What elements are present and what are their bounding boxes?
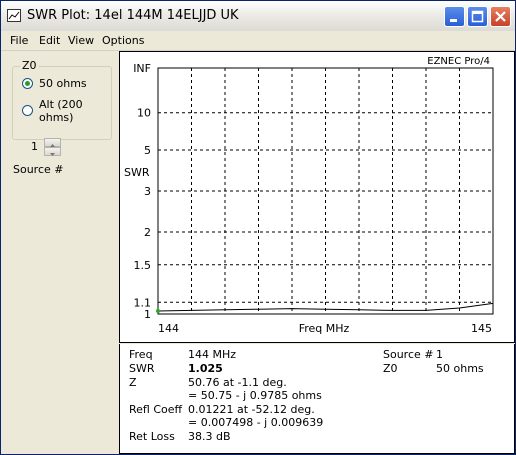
z0-alt-label-line1[interactable]: Alt (200 (39, 98, 83, 111)
swr-plot[interactable]: EZNEC Pro/4 INF 10 5 3 2 1.5 1.1 1 SWR 144 Freq… (119, 51, 515, 343)
minimize-button[interactable] (444, 6, 465, 27)
swr-value: 1.025 (188, 362, 223, 375)
x-tick-end: 145 (471, 322, 492, 335)
menu-edit[interactable]: Edit (39, 34, 60, 47)
menu-view[interactable]: View (68, 34, 94, 47)
z0-50ohms-label[interactable]: 50 ohms (39, 77, 87, 90)
frequency-marker[interactable] (156, 308, 160, 313)
z-label: Z (129, 376, 137, 389)
return-loss-value: 38.3 dB (188, 430, 231, 443)
app-icon (7, 9, 21, 22)
z0-group-label: Z0 (20, 59, 39, 72)
swr-chart: EZNEC Pro/4 INF105321.51.11 SWR 144 Freq… (124, 56, 494, 335)
source-spinner[interactable] (44, 138, 61, 156)
x-tick-start: 144 (158, 322, 179, 335)
z-value-rect: = 50.75 - j 0.9785 ohms (188, 389, 322, 402)
source-number-value[interactable]: 1 (31, 140, 38, 153)
readout-source-label: Source # (383, 348, 434, 361)
refl-coeff-polar: 0.01221 at -52.12 deg. (188, 403, 315, 416)
menu-options[interactable]: Options (102, 34, 144, 47)
spin-up-button[interactable] (44, 138, 61, 147)
x-axis-label: Freq MHz (299, 322, 350, 335)
menu-bar: File Edit View Options (1, 31, 515, 51)
title-bar[interactable]: SWR Plot: 14el 144M 14ELJJD UK (1, 1, 515, 32)
y-tick-label: 5 (144, 144, 151, 157)
refl-coeff-rect: = 0.007498 - j 0.009639 (188, 416, 324, 429)
z0-alt-radio[interactable] (22, 105, 33, 116)
readout-panel: Freq 144 MHz SWR 1.025 Z 50.76 at -1.1 d… (119, 344, 515, 454)
freq-value: 144 MHz (188, 348, 237, 361)
freq-label: Freq (129, 348, 153, 361)
y-tick-label: 1 (144, 308, 151, 321)
left-panel: Z0 50 ohms Alt (200 ohms) 1 Source # (1, 51, 119, 454)
maximize-button[interactable] (467, 6, 488, 27)
z-value-polar: 50.76 at -1.1 deg. (188, 376, 287, 389)
brand-label: EZNEC Pro/4 (427, 56, 490, 67)
swr-label: SWR (129, 362, 155, 375)
z0-50ohms-radio[interactable] (22, 78, 33, 89)
grid (158, 68, 493, 314)
y-tick-label: 3 (144, 185, 151, 198)
refl-coeff-label: Refl Coeff (129, 403, 183, 416)
y-tick-labels: INF105321.51.11 (133, 62, 151, 321)
close-icon (495, 11, 506, 22)
source-label: Source # (13, 163, 64, 176)
spin-down-button[interactable] (44, 147, 61, 156)
z0-alt-label-line2[interactable]: ohms) (39, 111, 73, 124)
chevron-down-icon (50, 153, 55, 156)
y-tick-label: INF (133, 62, 151, 75)
y-axis-label: SWR (124, 166, 150, 179)
return-loss-label: Ret Loss (129, 430, 175, 443)
y-tick-label: 2 (144, 226, 151, 239)
y-tick-label: 10 (137, 107, 151, 120)
minimize-icon (450, 19, 457, 22)
menu-file[interactable]: File (10, 34, 28, 47)
readout-z0-label: Z0 (383, 362, 398, 375)
close-button[interactable] (490, 6, 511, 27)
y-tick-label: 1.5 (134, 259, 152, 272)
maximize-icon (471, 10, 484, 23)
client-area: Z0 50 ohms Alt (200 ohms) 1 Source # EZN… (1, 51, 515, 454)
readout-source-value: 1 (436, 348, 443, 361)
window-title: SWR Plot: 14el 144M 14ELJJD UK (27, 8, 239, 23)
swr-plot-window: SWR Plot: 14el 144M 14ELJJD UK File Edit… (0, 0, 516, 455)
readout-z0-value: 50 ohms (436, 362, 484, 375)
